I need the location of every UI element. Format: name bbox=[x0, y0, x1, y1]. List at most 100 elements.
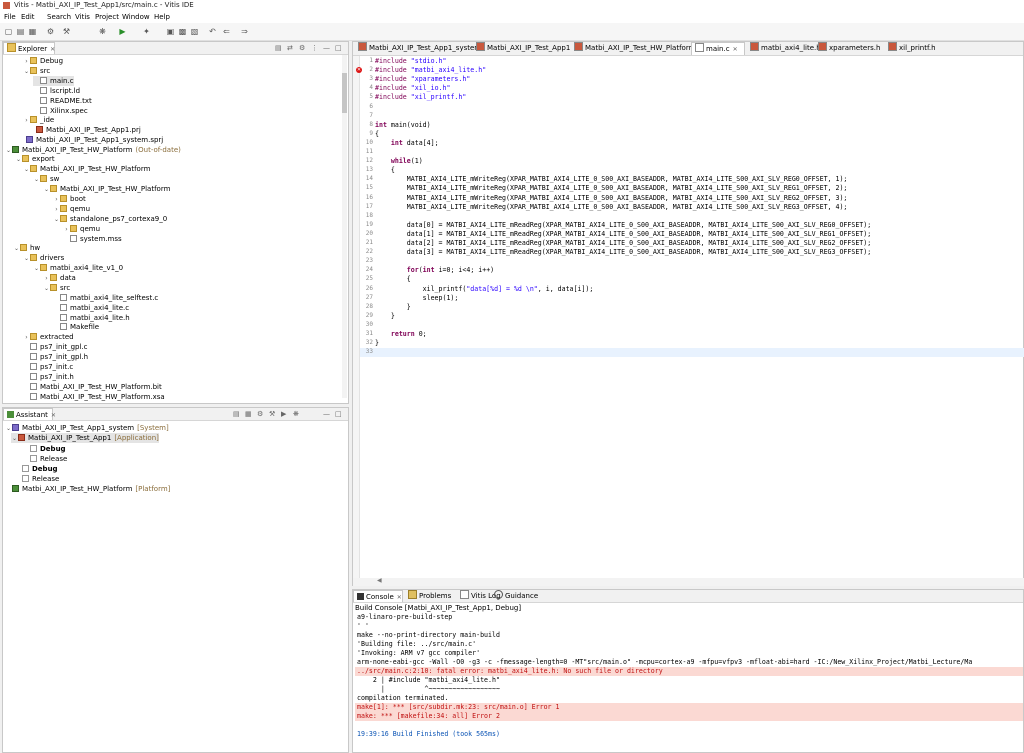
tree-item[interactable]: ⌄ standalone_ps7_cortexa9_0 bbox=[53, 214, 167, 224]
tree-item[interactable]: › qemu bbox=[63, 224, 100, 234]
tree-item[interactable]: Matbi_AXI_IP_Test_App1_system.sprj bbox=[19, 135, 163, 145]
chevron-down-icon[interactable]: ⌄ bbox=[43, 284, 50, 294]
terminal-icon[interactable]: ▩ bbox=[178, 27, 187, 36]
run-icon[interactable]: ▶ bbox=[118, 27, 127, 36]
tree-item[interactable]: Release bbox=[23, 454, 67, 464]
forward-icon[interactable]: ⇒ bbox=[240, 27, 249, 36]
save-all-icon[interactable]: ▦ bbox=[28, 27, 37, 36]
launch-icon[interactable]: ✦ bbox=[142, 27, 151, 36]
tree-item[interactable]: Matbi_AXI_IP_Test_HW_Platform [Platform] bbox=[5, 484, 170, 494]
tree-item[interactable]: ps7_init_gpl.h bbox=[23, 352, 88, 362]
tree-item[interactable]: ⌄ src bbox=[43, 283, 70, 293]
tree-item[interactable]: ⌄ Matbi_AXI_IP_Test_HW_Platform bbox=[43, 184, 170, 194]
new-icon[interactable]: ▢ bbox=[4, 27, 13, 36]
tree-item[interactable]: ⌄ Matbi_AXI_IP_Test_App1 [Application] bbox=[11, 433, 159, 443]
editor-hscrollbar[interactable]: ◀ bbox=[353, 577, 1024, 586]
minimize-icon[interactable]: — bbox=[323, 410, 330, 418]
collapse-all-icon[interactable]: ▤ bbox=[275, 44, 282, 52]
tree-item[interactable]: › qemu bbox=[53, 204, 90, 214]
tree-item[interactable]: › data bbox=[43, 273, 76, 283]
chevron-down-icon[interactable]: ⌄ bbox=[43, 185, 50, 195]
xsct-icon[interactable]: ▧ bbox=[190, 27, 199, 36]
collapse-icon[interactable]: ▦ bbox=[245, 410, 252, 418]
link-editor-icon[interactable]: ⇄ bbox=[287, 44, 293, 52]
minimize-icon[interactable]: — bbox=[323, 44, 330, 52]
prev-edit-icon[interactable]: ⇐ bbox=[222, 27, 231, 36]
menu-search[interactable]: Search bbox=[47, 13, 71, 21]
tree-item[interactable]: › _ide bbox=[23, 115, 54, 125]
menu-window[interactable]: Window bbox=[122, 13, 150, 21]
tree-item[interactable]: system.mss bbox=[63, 234, 122, 244]
back-icon[interactable]: ↶ bbox=[208, 27, 217, 36]
maximize-icon[interactable]: □ bbox=[335, 44, 342, 52]
tree-item[interactable]: ps7_init.c bbox=[23, 362, 73, 372]
tree-item[interactable]: ⌄ src bbox=[23, 66, 50, 76]
chevron-down-icon[interactable]: ⌄ bbox=[13, 244, 20, 254]
filter-icon[interactable]: ⚙ bbox=[299, 44, 305, 52]
tree-item[interactable]: ⌄ Matbi_AXI_IP_Test_HW_Platform bbox=[23, 164, 150, 174]
tree-item[interactable]: ⌄ export bbox=[15, 154, 55, 164]
tree-item[interactable]: Matbi_AXI_IP_Test_HW_Platform.xsa bbox=[23, 392, 165, 402]
chevron-down-icon[interactable]: ⌄ bbox=[11, 434, 18, 444]
menu-edit[interactable]: Edit bbox=[21, 13, 35, 21]
chevron-down-icon[interactable]: ⌄ bbox=[33, 264, 40, 274]
chevron-down-icon[interactable]: ⌄ bbox=[5, 146, 12, 156]
editor-tab[interactable]: Matbi_AXI_IP_Test_App1_system bbox=[355, 42, 481, 55]
settings-icon[interactable]: ⚙ bbox=[257, 410, 263, 418]
build-config-icon[interactable]: ⚙ bbox=[46, 27, 55, 36]
chevron-down-icon[interactable]: ⌄ bbox=[23, 67, 30, 77]
tree-item[interactable]: main.c bbox=[33, 76, 74, 86]
tree-item[interactable]: Matbi_AXI_IP_Test_HW_Platform.bit bbox=[23, 382, 162, 392]
maximize-icon[interactable]: □ bbox=[335, 410, 342, 418]
tree-item[interactable]: README.txt bbox=[33, 96, 92, 106]
menu-help[interactable]: Help bbox=[154, 13, 170, 21]
tree-item[interactable]: Release bbox=[15, 474, 59, 484]
debug-icon[interactable]: ❋ bbox=[293, 410, 299, 418]
tree-item[interactable]: › Debug bbox=[23, 56, 63, 66]
tree-item[interactable]: lscript.ld bbox=[33, 86, 80, 96]
scroll-left-icon[interactable]: ◀ bbox=[377, 577, 382, 584]
debug-icon[interactable]: ❋ bbox=[98, 27, 107, 36]
tree-item[interactable]: matbi_axi4_lite.c bbox=[53, 303, 129, 313]
hammer-icon[interactable]: ⚒ bbox=[269, 410, 275, 418]
tree-item[interactable]: ps7_init_gpl.c bbox=[23, 342, 88, 352]
tree-item[interactable]: ⌄ drivers bbox=[23, 253, 64, 263]
editor-tab[interactable]: xparameters.h bbox=[815, 42, 889, 55]
tree-item[interactable]: Debug bbox=[15, 464, 58, 474]
tree-item[interactable]: ⌄ sw bbox=[33, 174, 59, 184]
tree-item[interactable]: Makefile bbox=[53, 322, 99, 332]
close-icon[interactable]: ✕ bbox=[51, 412, 56, 419]
menu-vitis[interactable]: Vitis bbox=[75, 13, 90, 21]
menu-project[interactable]: Project bbox=[95, 13, 119, 21]
close-icon[interactable]: ✕ bbox=[733, 46, 738, 53]
explorer-scroll-thumb[interactable] bbox=[342, 73, 347, 113]
tree-item[interactable]: › extracted bbox=[23, 332, 74, 342]
tree-item[interactable]: ps7_init.h bbox=[23, 372, 74, 382]
menu-file[interactable]: File bbox=[4, 13, 16, 21]
tree-item[interactable]: ⌄ hw bbox=[13, 243, 40, 253]
tree-item[interactable]: Matbi_AXI_IP_Test_App1.prj bbox=[29, 125, 141, 135]
tab-guidance[interactable]: Guidance bbox=[491, 590, 541, 602]
close-icon[interactable]: ✕ bbox=[50, 46, 55, 53]
editor-tab[interactable]: matbi_axi4_lite.h bbox=[747, 42, 821, 55]
editor-tab[interactable]: Matbi_AXI_IP_Test_App1 bbox=[473, 42, 575, 55]
program-device-icon[interactable]: ▣ bbox=[166, 27, 175, 36]
tree-item[interactable]: › boot bbox=[53, 194, 86, 204]
tree-item[interactable]: Debug bbox=[23, 444, 66, 454]
hammer-icon[interactable]: ⚒ bbox=[62, 27, 71, 36]
tab-problems[interactable]: Problems bbox=[405, 590, 454, 602]
tab-explorer[interactable]: Explorer ✕ bbox=[3, 42, 55, 54]
explorer-scrollbar[interactable] bbox=[342, 55, 347, 398]
view-menu-icon[interactable]: ⋮ bbox=[311, 44, 318, 52]
save-icon[interactable]: ▤ bbox=[16, 27, 25, 36]
editor-tab[interactable]: Matbi_AXI_IP_Test_HW_Platform bbox=[571, 42, 695, 55]
chevron-down-icon[interactable]: ⌄ bbox=[23, 165, 30, 175]
tab-assistant[interactable]: Assistant ✕ bbox=[3, 408, 56, 420]
chevron-down-icon[interactable]: ⌄ bbox=[23, 254, 30, 264]
chevron-down-icon[interactable]: ⌄ bbox=[53, 215, 60, 225]
editor-tab[interactable]: main.c ✕ bbox=[691, 42, 745, 55]
chevron-down-icon[interactable]: ⌄ bbox=[33, 175, 40, 185]
chevron-down-icon[interactable]: ⌄ bbox=[15, 155, 22, 165]
tree-item[interactable]: matbi_axi4_lite_selftest.c bbox=[53, 293, 158, 303]
close-icon[interactable]: ✕ bbox=[397, 594, 402, 601]
